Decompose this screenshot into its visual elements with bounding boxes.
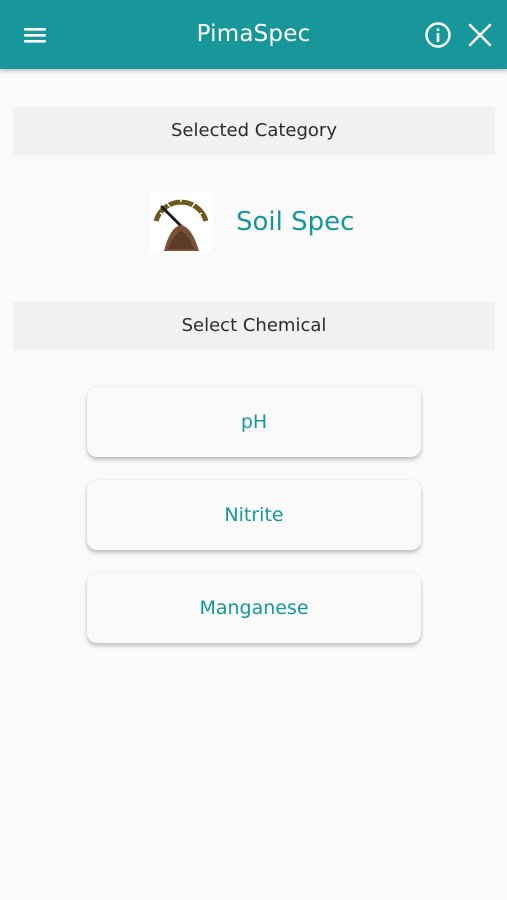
chemical-button-manganese[interactable]: Manganese bbox=[87, 573, 421, 643]
category-label: Soil Spec bbox=[236, 207, 355, 237]
close-icon bbox=[468, 23, 492, 47]
select-chemical-header: Select Chemical bbox=[13, 302, 495, 350]
chemical-button-ph[interactable]: pH bbox=[87, 387, 421, 457]
info-button[interactable] bbox=[418, 15, 458, 55]
info-icon bbox=[425, 22, 451, 48]
app-bar: PimaSpec bbox=[0, 0, 507, 69]
selected-category-header: Selected Category bbox=[13, 107, 495, 155]
chemical-button-nitrite[interactable]: Nitrite bbox=[87, 480, 421, 550]
soil-gauge-icon bbox=[150, 191, 212, 253]
close-button[interactable] bbox=[460, 15, 500, 55]
menu-button[interactable] bbox=[14, 14, 56, 56]
selected-category: Soil Spec bbox=[150, 190, 354, 254]
menu-icon bbox=[24, 28, 46, 43]
